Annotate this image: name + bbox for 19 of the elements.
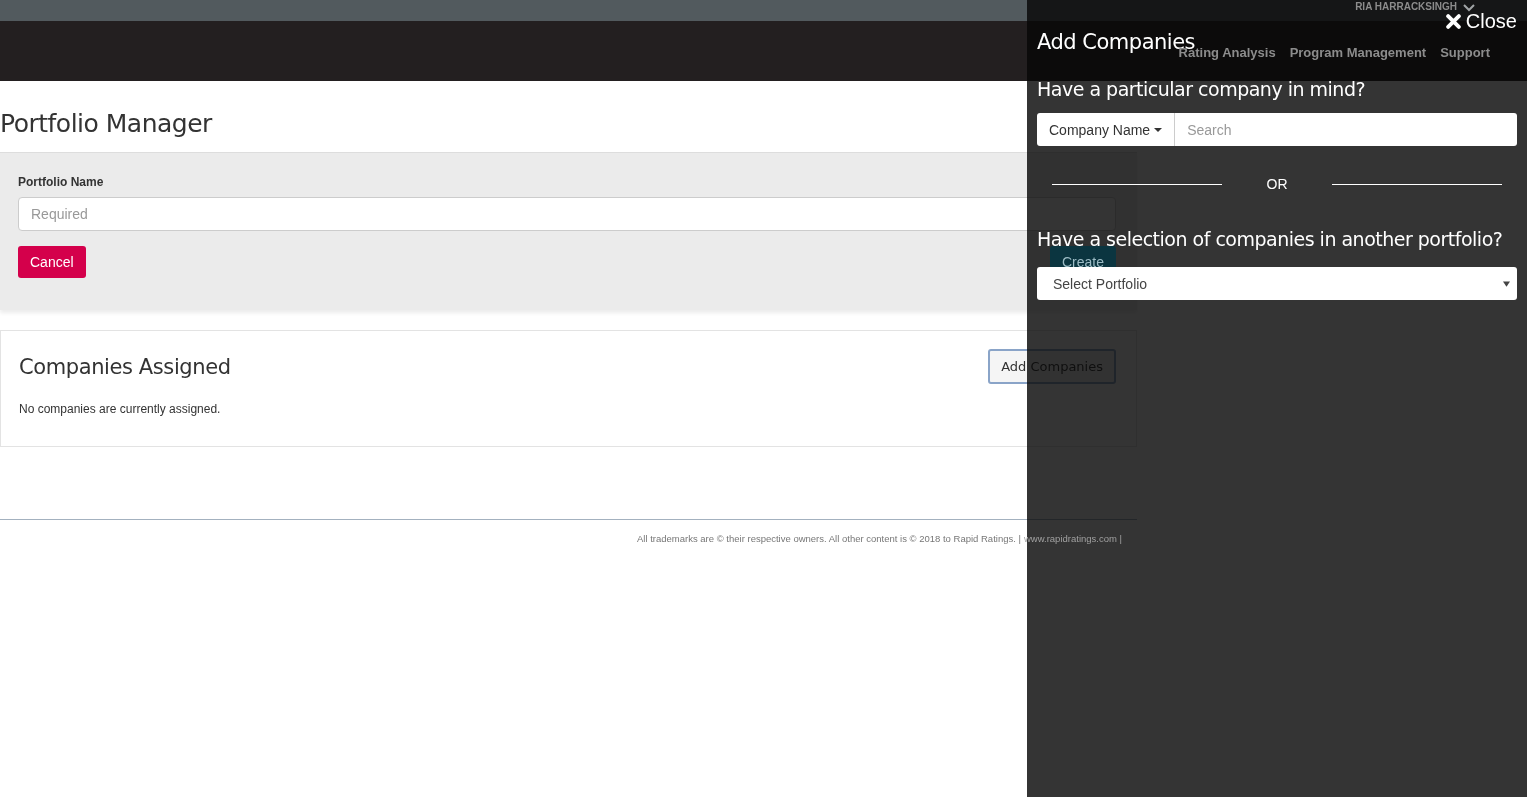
nav-link[interactable]: Support bbox=[1440, 42, 1490, 60]
field-label: Portfolio Name bbox=[18, 175, 105, 189]
nav-link[interactable]: Program Management bbox=[1289, 42, 1427, 60]
close-icon bbox=[1445, 13, 1461, 29]
close-button[interactable]: Close bbox=[1445, 12, 1517, 30]
caret-icon bbox=[1154, 127, 1163, 132]
search-field[interactable]: Search bbox=[1175, 113, 1517, 146]
chevron-down-icon bbox=[1463, 4, 1475, 12]
caret-icon bbox=[1503, 280, 1510, 287]
footer-text: All trademarks are © their respective owners. All other content is © 2018 to Rapid Ratings. | bbox=[637, 533, 1021, 544]
section-title: Companies Assigned bbox=[19, 354, 231, 379]
empty-message: No companies are currently assigned. bbox=[19, 402, 222, 416]
question-heading: Have a particular company in mind? bbox=[1037, 78, 1367, 100]
form-button[interactable]: Cancel bbox=[18, 246, 86, 278]
user-name[interactable]: RIA HARRACKSINGH bbox=[1355, 2, 1457, 12]
portfolio-select[interactable]: Select Portfolio bbox=[1037, 267, 1517, 300]
divider-text: OR bbox=[1266, 176, 1288, 192]
search-type-dropdown[interactable]: Company Name bbox=[1037, 113, 1176, 146]
page-title: Portfolio Manager bbox=[0, 109, 212, 138]
